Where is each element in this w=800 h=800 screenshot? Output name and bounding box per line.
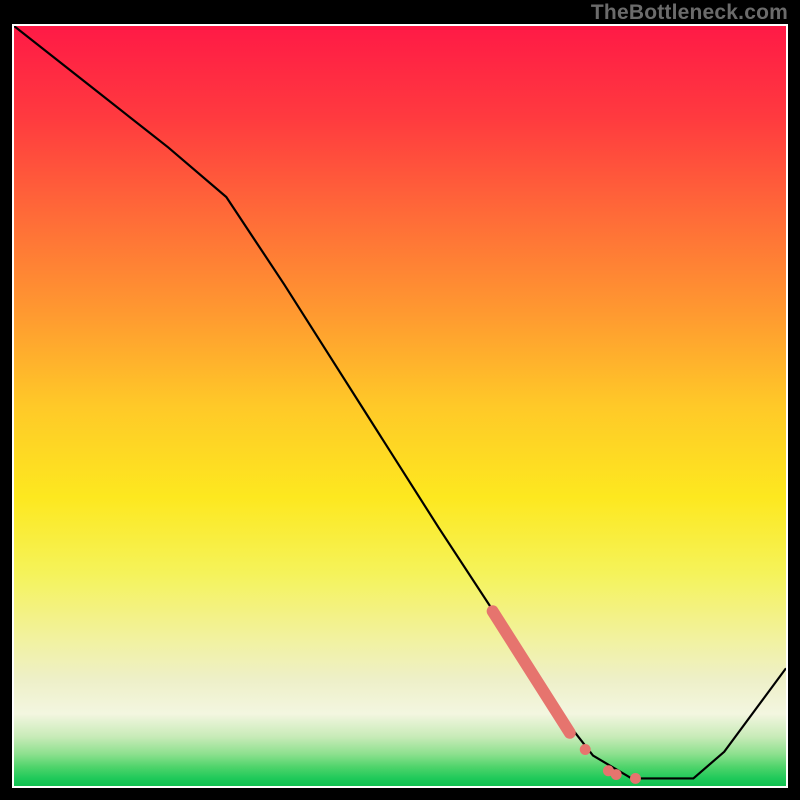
gradient-background [14,26,786,786]
chart-frame [10,22,790,790]
chart-svg [14,26,786,786]
plot-area [14,26,786,786]
watermark-text: TheBottleneck.com [591,1,788,25]
